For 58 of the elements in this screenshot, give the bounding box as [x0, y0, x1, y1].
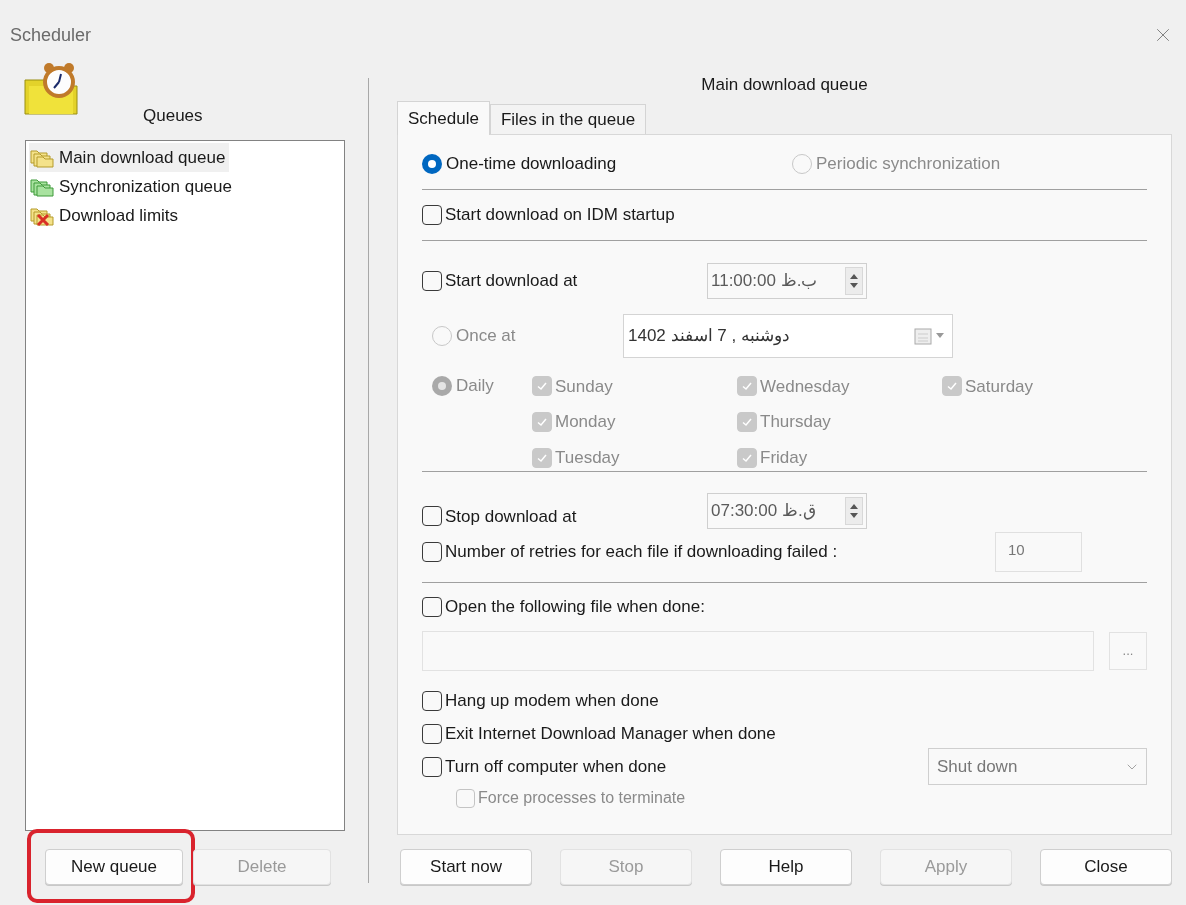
checkbox[interactable]	[422, 205, 442, 225]
checkbox[interactable]	[422, 271, 442, 291]
spin-buttons[interactable]	[845, 267, 863, 295]
checkbox-label: Number of retries for each file if downloading failed :	[445, 540, 838, 563]
time-value: 11:00:00 ب.ظ	[711, 270, 819, 293]
radio-button[interactable]	[422, 154, 442, 174]
checkbox-label: Start download at	[445, 270, 578, 293]
checkbox-label: Start download on IDM startup	[445, 204, 675, 227]
day-label: Thursday	[760, 411, 831, 434]
radio-label: One-time downloading	[446, 153, 617, 176]
day-label: Friday	[760, 446, 808, 469]
folders-icon	[29, 176, 55, 197]
action-button[interactable]: Help	[720, 849, 852, 885]
checkbox-label: Open the following file when done:	[445, 596, 705, 619]
shutdown-dropdown[interactable]: Shut down	[928, 748, 1147, 785]
day-label: Tuesday	[555, 446, 620, 469]
window-title: Scheduler	[10, 23, 92, 47]
queue-item[interactable]: Main download queue	[29, 143, 230, 172]
day-label: Wednesday	[760, 375, 850, 398]
queue-item[interactable]: Synchronization queue	[29, 172, 236, 201]
checkbox[interactable]	[422, 723, 442, 744]
checkbox[interactable]	[422, 506, 442, 527]
checkbox[interactable]	[422, 597, 442, 617]
action-button[interactable]: Close	[1040, 849, 1172, 885]
tab[interactable]: Schedule	[397, 101, 490, 135]
queue-title: Main download queue	[701, 74, 868, 97]
day-label: Sunday	[555, 375, 613, 398]
time-value: 07:30:00 ق.ظ	[711, 500, 817, 523]
day-label: Saturday	[965, 375, 1034, 398]
checkbox[interactable]	[422, 541, 442, 562]
time-field[interactable]: 07:30:00 ق.ظ	[707, 493, 867, 529]
radio-label: Periodic synchronization	[816, 153, 1001, 176]
checkbox-label: Force processes to terminate	[478, 788, 686, 808]
checkbox-label: Hang up modem when done	[445, 689, 659, 712]
checkmark-icon	[536, 380, 548, 393]
queue-button[interactable]: New queue	[45, 849, 183, 885]
action-button[interactable]: Start now	[400, 849, 532, 885]
checkmark-icon	[741, 380, 753, 393]
checkbox[interactable]	[422, 690, 442, 711]
spin-buttons[interactable]	[845, 497, 863, 525]
checkmark-icon	[741, 416, 753, 428]
time-field[interactable]: 11:00:00 ب.ظ	[707, 263, 867, 299]
tab[interactable]: Files in the queue	[489, 104, 647, 134]
checkbox-label: Turn off computer when done	[445, 755, 667, 778]
retries-field[interactable]: 10	[995, 531, 1082, 572]
checkbox-label: Stop download at	[445, 505, 577, 528]
date-value: دوشنبه , 7 اسفند 1402	[628, 325, 791, 348]
checkmark-icon	[946, 380, 958, 393]
checkmark-icon	[536, 416, 548, 428]
day-label: Monday	[555, 411, 616, 434]
radio-label: Daily	[456, 375, 494, 397]
checkbox[interactable]	[422, 756, 442, 777]
folders-icon	[29, 147, 55, 168]
checkbox-label: Exit Internet Download Manager when done	[445, 722, 776, 745]
queues-heading: Queues	[143, 104, 203, 127]
radio-label: Once at	[456, 325, 516, 348]
folder-cross-icon	[29, 205, 55, 226]
queue-item[interactable]: Download limits	[29, 201, 183, 230]
